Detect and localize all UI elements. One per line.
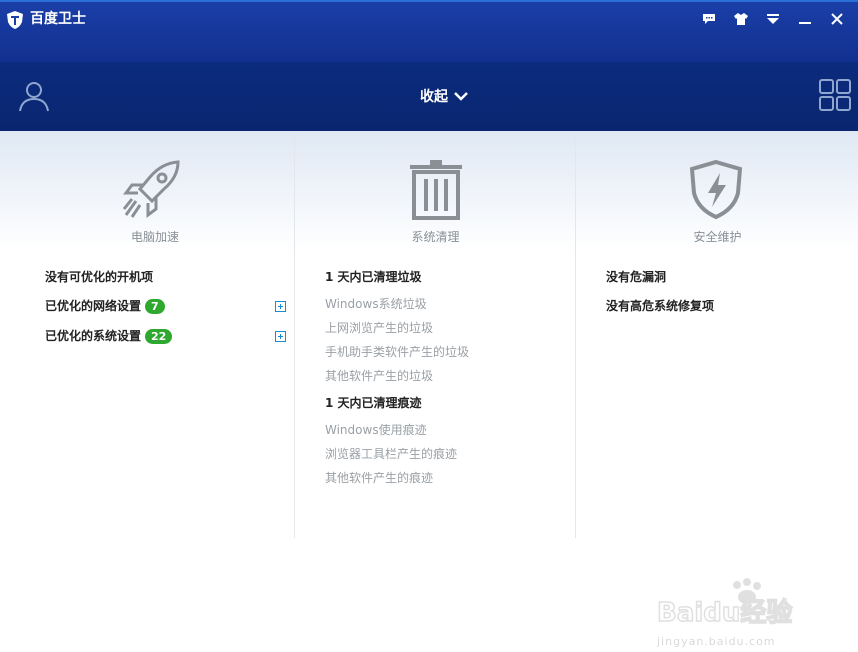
main-content: 电脑加速 没有可优化的开机项 已优化的网络设置 7 已优化的系统设置 22 系统清理… bbox=[0, 131, 858, 648]
menu-icon[interactable] bbox=[762, 8, 784, 30]
baidu-paw-logo-icon: Baidu经验 bbox=[656, 578, 793, 629]
expand-system-icon[interactable] bbox=[275, 331, 286, 342]
minimize-icon[interactable] bbox=[794, 8, 816, 30]
rocket-icon bbox=[122, 160, 180, 218]
system-settings-text: 已优化的系统设置 bbox=[45, 329, 142, 343]
list-item: 没有可优化的开机项 bbox=[45, 268, 153, 285]
list-item: Windows使用痕迹 bbox=[325, 423, 427, 437]
trash-icon bbox=[410, 160, 462, 220]
collapse-button[interactable]: 收起 bbox=[420, 86, 468, 106]
network-settings-text: 已优化的网络设置 bbox=[45, 299, 142, 313]
nav-bar: 收起 bbox=[0, 62, 858, 131]
close-icon[interactable] bbox=[826, 8, 848, 30]
shield-icon bbox=[689, 159, 743, 220]
collapse-label: 收起 bbox=[420, 89, 448, 105]
network-count-badge: 7 bbox=[145, 299, 165, 314]
window-controls bbox=[698, 8, 848, 30]
expand-network-icon[interactable] bbox=[275, 301, 286, 312]
list-item: 其他软件产生的垃圾 bbox=[325, 369, 434, 383]
system-cleanup-label: 系统清理 bbox=[411, 230, 460, 244]
skin-icon[interactable] bbox=[730, 8, 752, 30]
system-count-badge: 22 bbox=[145, 329, 173, 344]
list-item: 已优化的网络设置 7 bbox=[45, 297, 165, 314]
watermark-url: jingyan.baidu.com bbox=[657, 635, 776, 648]
pc-speedup-column: 电脑加速 没有可优化的开机项 已优化的网络设置 7 已优化的系统设置 22 bbox=[0, 131, 294, 538]
startup-status-text: 没有可优化的开机项 bbox=[45, 270, 154, 284]
traces-cleaned-heading: 1 天内已清理痕迹 bbox=[325, 396, 422, 410]
list-item: 其他软件产生的痕迹 bbox=[325, 471, 434, 485]
app-title: 百度卫士 bbox=[30, 11, 86, 27]
list-item: 没有高危系统修复项 bbox=[606, 299, 715, 313]
list-item: 已优化的系统设置 22 bbox=[45, 327, 173, 344]
apps-grid-icon[interactable] bbox=[818, 78, 852, 112]
list-item: 浏览器工具栏产生的痕迹 bbox=[325, 447, 458, 461]
baidu-guard-logo-icon bbox=[7, 11, 23, 29]
list-item: 手机助手类软件产生的垃圾 bbox=[325, 345, 470, 359]
list-item: 上网浏览产生的垃圾 bbox=[325, 321, 434, 335]
pc-speedup-label: 电脑加速 bbox=[130, 230, 179, 244]
chevron-down-icon bbox=[454, 92, 468, 101]
list-item: 没有危漏洞 bbox=[606, 270, 667, 284]
junk-cleaned-heading: 1 天内已清理垃圾 bbox=[325, 270, 422, 284]
list-item: Windows系统垃圾 bbox=[325, 297, 427, 311]
feedback-icon[interactable] bbox=[698, 8, 720, 30]
watermark-brand-text: Baidu经验 bbox=[657, 597, 792, 628]
title-bar: 百度卫士 bbox=[0, 0, 858, 62]
security-column: 安全维护 没有危漏洞 没有高危系统修复项 bbox=[575, 131, 858, 538]
security-label: 安全维护 bbox=[693, 230, 742, 244]
baidu-jingyan-watermark: Baidu经验 jingyan.baidu.com bbox=[655, 577, 815, 652]
user-avatar-icon[interactable] bbox=[17, 79, 51, 113]
system-cleanup-column: 系统清理 1 天内已清理垃圾 Windows系统垃圾 上网浏览产生的垃圾 手机助… bbox=[294, 131, 576, 538]
